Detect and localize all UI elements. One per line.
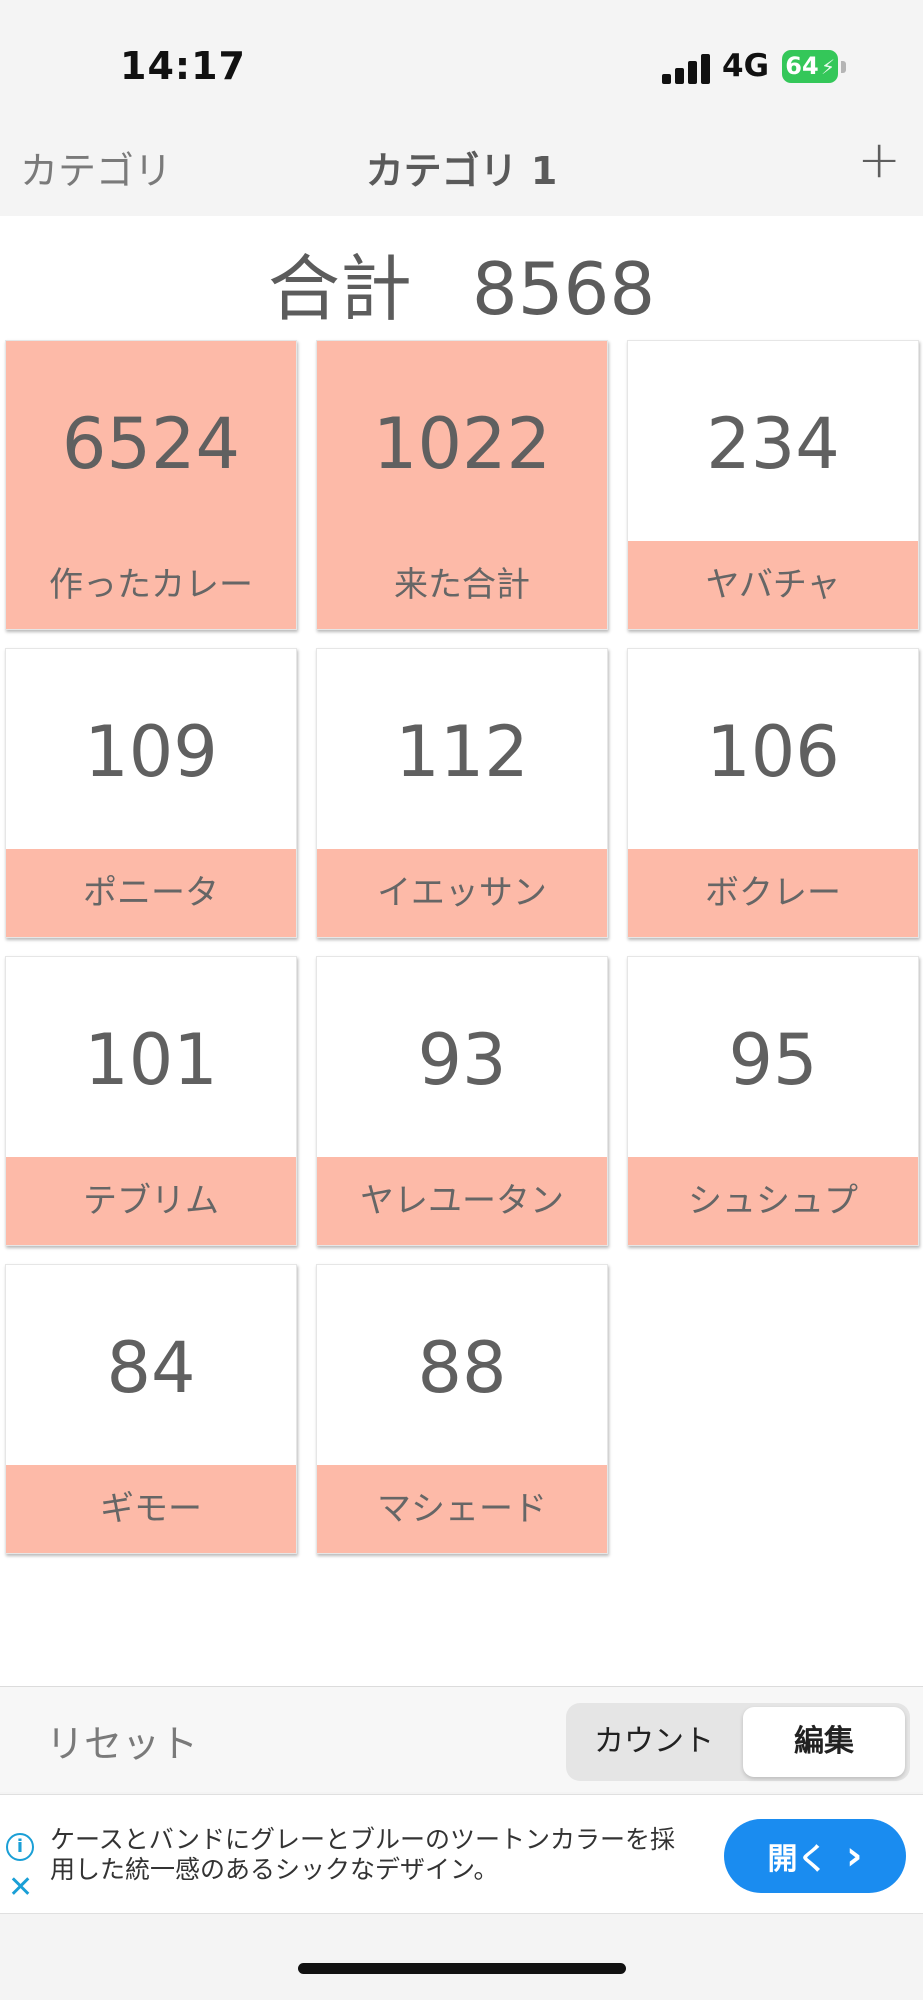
counter-tile[interactable]: 84 ギモー [5, 1264, 297, 1554]
counter-label: 来た合計 [317, 541, 607, 629]
counter-tile[interactable]: 95 シュシュプ [627, 956, 919, 1246]
navigation-bar: カテゴリ カテゴリ 1 + [0, 130, 923, 216]
counter-label: ヤレユータン [317, 1157, 607, 1245]
charging-bolt-icon: ⚡ [820, 55, 835, 79]
counter-tile[interactable]: 88 マシェード [316, 1264, 608, 1554]
ad-open-label: 開く [767, 1842, 828, 1877]
counter-label: シュシュプ [628, 1157, 918, 1245]
mode-segmented-control: カウント 編集 [566, 1703, 910, 1781]
counter-value: 88 [417, 1327, 507, 1409]
counter-value: 1022 [372, 403, 552, 485]
counter-label: ボクレー [628, 849, 918, 937]
battery-icon: 64 ⚡ [782, 50, 838, 83]
counter-value: 234 [706, 403, 840, 485]
counter-tile[interactable]: 6524 作ったカレー [5, 340, 297, 630]
counter-value: 93 [417, 1019, 507, 1101]
edit-mode-button[interactable]: 編集 [743, 1707, 905, 1777]
status-time: 14:17 [120, 44, 246, 88]
counter-label: ギモー [6, 1465, 296, 1553]
counter-value: 6524 [61, 403, 241, 485]
counter-label: 作ったカレー [6, 541, 296, 629]
total-summary: 合計 8568 [0, 230, 923, 335]
home-indicator[interactable] [298, 1963, 626, 1974]
close-icon[interactable]: ✕ [8, 1873, 33, 1903]
counter-label: テブリム [6, 1157, 296, 1245]
counter-value: 95 [728, 1019, 818, 1101]
battery-level: 64 [785, 52, 819, 80]
network-type: 4G [722, 48, 770, 84]
counter-label: マシェード [317, 1465, 607, 1553]
counter-tile[interactable]: 1022 来た合計 [316, 340, 608, 630]
counter-value: 101 [84, 1019, 218, 1101]
total-value: 8568 [471, 247, 656, 331]
counter-tile[interactable]: 234 ヤバチャ [627, 340, 919, 630]
counter-value: 84 [106, 1327, 196, 1409]
counter-label: イエッサン [317, 849, 607, 937]
battery-tip [841, 61, 846, 73]
page-title: カテゴリ 1 [365, 149, 558, 193]
total-label: 合計 [267, 247, 412, 331]
counter-tile[interactable]: 109 ポニータ [5, 648, 297, 938]
add-button[interactable]: + [857, 130, 901, 190]
counter-label: ポニータ [6, 849, 296, 937]
info-icon[interactable]: i [6, 1833, 34, 1861]
counter-grid-area: 合計 8568 6524 作ったカレー 1022 来た合計 234 ヤバチャ 10… [0, 216, 923, 1686]
counter-value: 112 [395, 711, 529, 793]
counter-tile[interactable]: 106 ボクレー [627, 648, 919, 938]
ad-text: ケースとバンドにグレーとブルーのツートンカラーを採用した統一感のあるシックなデザ… [50, 1825, 676, 1884]
counter-tile[interactable]: 101 テブリム [5, 956, 297, 1246]
chevron-right-icon: › [845, 1833, 863, 1879]
reset-button[interactable]: リセット [46, 1713, 198, 1768]
bottom-toolbar: リセット カウント 編集 [0, 1686, 923, 1792]
ad-open-button[interactable]: 開く › [724, 1819, 906, 1893]
counter-value: 109 [84, 711, 218, 793]
counter-tile[interactable]: 112 イエッサン [316, 648, 608, 938]
ad-banner[interactable]: i ✕ ケースとバンドにグレーとブルーのツートンカラーを採用した統一感のあるシッ… [0, 1794, 923, 1914]
counter-value: 106 [706, 711, 840, 793]
status-bar: 14:17 4G 64 ⚡ [0, 0, 923, 130]
signal-icon [662, 54, 710, 84]
counter-tile[interactable]: 93 ヤレユータン [316, 956, 608, 1246]
count-mode-button[interactable]: カウント [570, 1707, 738, 1777]
counter-label: ヤバチャ [628, 541, 918, 629]
